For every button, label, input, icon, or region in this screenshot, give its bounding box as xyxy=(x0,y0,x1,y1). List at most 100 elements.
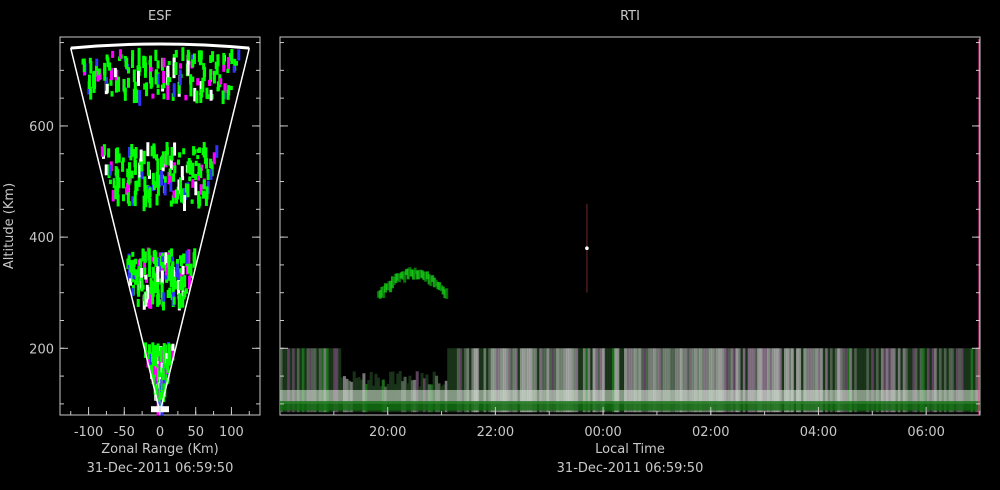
esf-echo-mark xyxy=(176,159,180,165)
esf-echo-mark xyxy=(189,81,193,97)
esf-echo-mark xyxy=(136,65,140,72)
esf-echo-mark xyxy=(196,148,200,153)
esf-echo-mark xyxy=(146,161,150,176)
esf-echo-mark xyxy=(221,90,225,105)
esf-echo-mark xyxy=(194,160,198,167)
esf-x-axis-label: Zonal Range (Km) xyxy=(101,442,218,457)
esf-y-tick-label: 200 xyxy=(29,342,54,357)
esf-echo-mark xyxy=(155,154,159,161)
esf-echo-mark xyxy=(173,142,177,156)
esf-echo-mark xyxy=(161,84,165,89)
esf-echo-mark xyxy=(162,57,166,68)
esf-echo-mark xyxy=(232,65,236,73)
esf-echo-mark xyxy=(148,271,152,277)
esf-echo-mark xyxy=(165,147,169,156)
esf-echo-mark xyxy=(227,57,231,71)
esf-echo-mark xyxy=(155,194,159,206)
esf-echo-mark xyxy=(113,67,117,78)
esf-echo-mark xyxy=(161,256,165,262)
esf-echo-mark xyxy=(121,194,125,202)
esf-echo-mark xyxy=(216,55,220,60)
esf-echo-mark xyxy=(215,145,219,158)
esf-echo-mark xyxy=(197,163,201,176)
esf-echo-mark xyxy=(173,165,177,174)
esf-echo-mark xyxy=(167,352,171,366)
esf-echo-mark xyxy=(143,251,147,263)
esf-echo-mark xyxy=(122,78,126,92)
esf-echo-mark xyxy=(131,50,135,60)
esf-echo-mark xyxy=(192,252,196,261)
esf-echo-mark xyxy=(167,61,171,66)
esf-echo-mark xyxy=(162,292,166,302)
esf-echo-mark xyxy=(196,155,200,160)
esf-echo-mark xyxy=(180,166,184,177)
esf-echo-mark xyxy=(167,254,171,262)
esf-echo-mark xyxy=(179,255,183,267)
esf-echo-mark xyxy=(206,169,210,174)
esf-echo-mark xyxy=(126,77,130,88)
esf-echo-mark xyxy=(194,173,198,181)
esf-echo-mark xyxy=(104,164,108,176)
esf-echo-mark xyxy=(172,173,176,182)
esf-echo-mark xyxy=(156,293,160,306)
esf-echo-mark xyxy=(132,149,136,157)
esf-x-tick-label: 100 xyxy=(219,425,244,440)
esf-y-axis-label: Altitude (Km) xyxy=(2,183,17,269)
esf-echo-mark xyxy=(141,284,145,290)
esf-echo-mark xyxy=(95,58,99,67)
esf-echo-mark xyxy=(143,176,147,192)
esf-y-tick-label: 400 xyxy=(29,231,54,246)
esf-echo-mark xyxy=(134,258,138,265)
rti-x-tick-label: 04:00 xyxy=(800,425,837,440)
esf-echo-mark xyxy=(121,178,125,189)
esf-echo-mark xyxy=(161,155,165,168)
esf-echo-mark xyxy=(151,295,155,305)
esf-echo-mark xyxy=(144,62,148,72)
esf-echo-mark xyxy=(209,169,213,180)
esf-echo-mark xyxy=(118,49,122,59)
esf-echo-mark xyxy=(168,168,172,176)
esf-echo-mark xyxy=(108,62,112,71)
esf-echo-mark xyxy=(152,180,156,190)
esf-echo-mark xyxy=(184,288,188,294)
esf-echo-mark xyxy=(97,70,101,76)
esf-echo-mark xyxy=(162,70,166,83)
rti-spike-point xyxy=(585,246,589,251)
esf-echo-mark xyxy=(163,176,167,183)
esf-echo-mark xyxy=(203,148,207,164)
esf-echo-mark xyxy=(139,149,143,162)
esf-echo-mark xyxy=(160,170,164,186)
esf-echo-mark xyxy=(155,171,159,188)
esf-echo-mark xyxy=(202,179,206,190)
esf-echo-mark xyxy=(110,91,114,97)
esf-echo-mark xyxy=(212,70,216,84)
esf-echo-mark xyxy=(132,88,136,104)
esf-echo-mark xyxy=(186,49,190,60)
esf-echo-mark xyxy=(130,170,134,179)
esf-echo-mark xyxy=(135,180,139,192)
esf-echo-mark xyxy=(140,171,144,180)
esf-echo-mark xyxy=(206,173,210,180)
esf-echo-mark xyxy=(226,68,230,74)
esf-echo-mark xyxy=(181,176,185,181)
esf-echo-mark xyxy=(179,63,183,69)
esf-echo-mark xyxy=(181,296,185,308)
esf-echo-mark xyxy=(189,160,193,175)
esf-echo-mark xyxy=(156,266,160,282)
esf-echo-mark xyxy=(186,60,190,76)
esf-echo-mark xyxy=(176,190,180,200)
rti-x-tick-label: 20:00 xyxy=(369,425,406,440)
esf-echo-mark xyxy=(111,50,115,58)
rti-x-tick-label: 00:00 xyxy=(584,425,621,440)
esf-echo-mark xyxy=(136,298,140,307)
esf-echo-mark xyxy=(209,89,213,101)
esf-echo-mark xyxy=(222,64,226,72)
esf-echo-mark xyxy=(203,66,207,77)
esf-echo-mark xyxy=(136,70,140,86)
esf-echo-mark xyxy=(105,54,109,60)
esf-echo-mark xyxy=(107,148,111,158)
esf-echo-mark xyxy=(137,47,141,62)
esf-echo-mark xyxy=(226,89,230,100)
esf-echo-mark xyxy=(185,250,189,264)
esf-echo-mark xyxy=(89,61,93,74)
